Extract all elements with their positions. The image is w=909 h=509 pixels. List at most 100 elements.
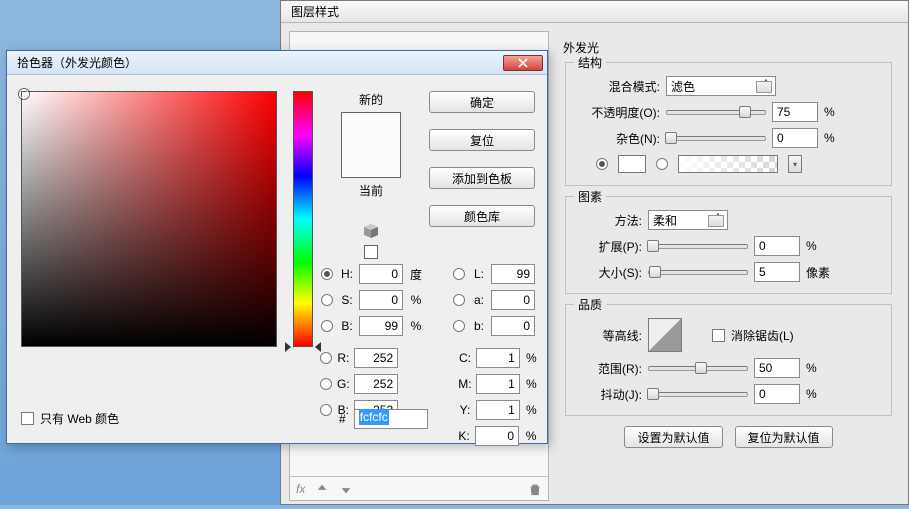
group-title: 品质: [574, 296, 606, 313]
h-radio[interactable]: [321, 268, 333, 280]
b-input[interactable]: [359, 316, 403, 336]
arrow-up-icon[interactable]: [315, 482, 329, 496]
l-radio[interactable]: [453, 268, 465, 280]
b-label: B:: [339, 319, 355, 333]
blend-mode-select[interactable]: 滤色: [666, 76, 776, 96]
jitter-label: 抖动(J):: [576, 386, 642, 403]
group-quality: 品质 等高线: 消除锯齿(L) 范围(R): % 抖动(J):: [565, 304, 892, 416]
h-input[interactable]: [359, 264, 403, 284]
cube-icon[interactable]: [363, 223, 379, 239]
style-list-footer: fx: [290, 476, 548, 500]
unit-pct: %: [806, 361, 834, 375]
gradient-dropdown[interactable]: ▾: [788, 155, 802, 173]
sv-indicator: [19, 89, 29, 99]
antialias-checkbox[interactable]: [712, 329, 725, 342]
unit-pct: %: [806, 239, 834, 253]
small-swatch[interactable]: [364, 245, 378, 259]
fx-icon[interactable]: fx: [296, 482, 305, 496]
m-label: M:: [458, 377, 472, 391]
section-title: 外发光: [563, 39, 892, 56]
lab-b-input[interactable]: [491, 316, 535, 336]
opacity-input[interactable]: [772, 102, 818, 122]
unit-pct: %: [824, 105, 852, 119]
hue-slider[interactable]: [293, 91, 313, 347]
web-only-checkbox[interactable]: [21, 412, 34, 425]
set-default-button[interactable]: 设置为默认值: [624, 426, 722, 448]
h-label: H:: [339, 267, 355, 281]
web-only-label: 只有 Web 颜色: [40, 410, 119, 427]
k-label: K:: [457, 429, 471, 443]
unit-px: 像素: [806, 264, 834, 281]
l-input[interactable]: [491, 264, 535, 284]
current-label: 当前: [359, 182, 383, 199]
saturation-value-field[interactable]: [21, 91, 277, 347]
color-swatch[interactable]: [618, 155, 646, 173]
spread-label: 扩展(P):: [576, 238, 642, 255]
c-label: C:: [458, 351, 472, 365]
lab-b-radio[interactable]: [453, 320, 465, 332]
gradient-radio[interactable]: [656, 158, 668, 170]
gradient-swatch[interactable]: [678, 155, 778, 173]
r-input[interactable]: [354, 348, 398, 368]
y-label: Y:: [458, 403, 472, 417]
l-label: L:: [471, 267, 487, 281]
jitter-input[interactable]: [754, 384, 800, 404]
current-color-swatch[interactable]: [342, 145, 400, 177]
add-swatch-button[interactable]: 添加到色板: [429, 167, 535, 189]
dialog-titlebar[interactable]: 拾色器（外发光颜色）: [7, 51, 547, 75]
spread-slider[interactable]: [648, 244, 748, 249]
range-input[interactable]: [754, 358, 800, 378]
close-button[interactable]: [503, 55, 543, 71]
hex-input[interactable]: fcfcfc: [354, 409, 428, 429]
b-radio[interactable]: [321, 320, 333, 332]
noise-input[interactable]: [772, 128, 818, 148]
s-input[interactable]: [359, 290, 403, 310]
method-select[interactable]: 柔和: [648, 210, 728, 230]
antialias-label: 消除锯齿(L): [731, 327, 794, 344]
r-label: R:: [337, 351, 351, 365]
bch-radio[interactable]: [320, 404, 332, 416]
color-lib-button[interactable]: 颜色库: [429, 205, 535, 227]
c-unit: %: [524, 351, 539, 365]
c-input[interactable]: [476, 348, 520, 368]
a-input[interactable]: [491, 290, 535, 310]
y-unit: %: [524, 403, 539, 417]
s-radio[interactable]: [321, 294, 333, 306]
y-input[interactable]: [476, 400, 520, 420]
group-structure: 结构 混合模式: 滤色 不透明度(O): % 杂色(N):: [565, 62, 892, 186]
contour-label: 等高线:: [576, 327, 642, 344]
method-label: 方法:: [576, 212, 642, 229]
range-slider[interactable]: [648, 366, 748, 371]
m-input[interactable]: [476, 374, 520, 394]
reset-default-button[interactable]: 复位为默认值: [735, 426, 833, 448]
ok-button[interactable]: 确定: [429, 91, 535, 113]
noise-label: 杂色(N):: [576, 130, 660, 147]
trash-icon[interactable]: [528, 482, 542, 496]
size-input[interactable]: [754, 262, 800, 282]
spread-input[interactable]: [754, 236, 800, 256]
g-radio[interactable]: [320, 378, 332, 390]
group-elements: 图素 方法: 柔和 扩展(P): % 大小(S): 像: [565, 196, 892, 294]
new-color-swatch: [342, 113, 400, 145]
size-slider[interactable]: [648, 270, 748, 275]
g-label: G:: [337, 377, 351, 391]
g-input[interactable]: [354, 374, 398, 394]
color-preview: [341, 112, 401, 178]
size-label: 大小(S):: [576, 264, 642, 281]
color-radio[interactable]: [596, 158, 608, 170]
a-radio[interactable]: [453, 294, 465, 306]
m-unit: %: [524, 377, 539, 391]
lab-b-label: b:: [471, 319, 487, 333]
arrow-down-icon[interactable]: [339, 482, 353, 496]
s-label: S:: [339, 293, 355, 307]
group-title: 图素: [574, 188, 606, 205]
contour-picker[interactable]: [648, 318, 682, 352]
k-input[interactable]: [475, 426, 519, 446]
unit-pct: %: [824, 131, 852, 145]
range-label: 范围(R):: [576, 360, 642, 377]
jitter-slider[interactable]: [648, 392, 748, 397]
r-radio[interactable]: [320, 352, 332, 364]
reset-button[interactable]: 复位: [429, 129, 535, 151]
opacity-slider[interactable]: [666, 110, 766, 115]
noise-slider[interactable]: [666, 136, 766, 141]
